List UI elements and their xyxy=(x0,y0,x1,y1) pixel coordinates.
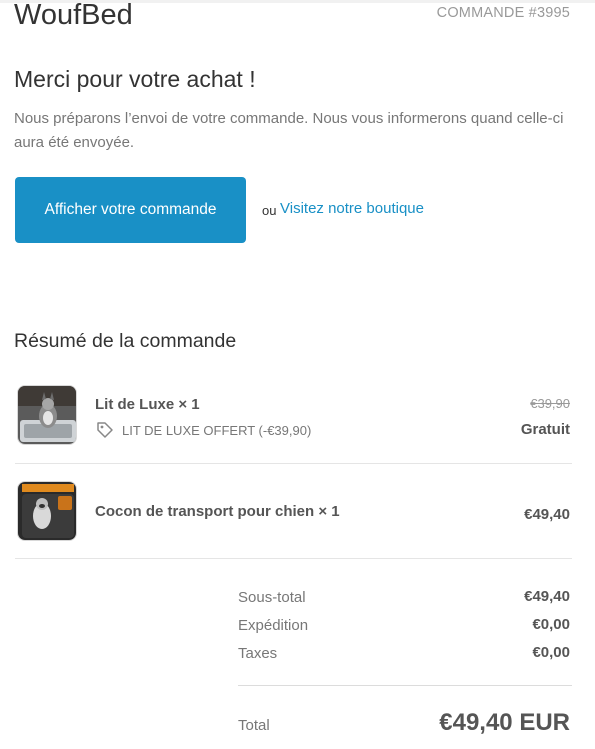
item-price-free: Gratuit xyxy=(520,421,570,438)
item-divider xyxy=(15,463,572,464)
total-label: Total xyxy=(238,717,270,734)
tag-icon xyxy=(96,421,114,439)
shipping-label: Expédition xyxy=(238,617,309,634)
product-name-carrier: Cocon de transport pour chien × 1 xyxy=(95,503,340,520)
product-name-luxury-bed: Lit de Luxe × 1 xyxy=(95,396,200,413)
order-confirmation-page: WoufBed COMMANDE #3995 Merci pour votre … xyxy=(0,0,595,749)
subtotal-label: Sous-total xyxy=(238,589,306,606)
taxes-label: Taxes xyxy=(238,645,278,662)
order-summary-title: Résumé de la commande xyxy=(14,330,237,352)
subtotal-value: €49,40 xyxy=(524,588,570,605)
order-number: COMMANDE #3995 xyxy=(436,5,570,21)
items-divider xyxy=(15,558,572,559)
visit-shop-link[interactable]: Visitez notre boutique xyxy=(280,200,424,217)
shipping-value: €0,00 xyxy=(532,616,570,633)
dog-car-seat-photo-icon xyxy=(18,482,76,540)
discount-label: LIT DE LUXE OFFERT (-€39,90) xyxy=(122,422,312,438)
or-label: ou xyxy=(262,203,277,218)
dog-bed-photo-icon xyxy=(18,386,76,444)
totals-divider xyxy=(238,685,572,686)
discount-line: LIT DE LUXE OFFERT (-€39,90) xyxy=(96,421,311,439)
shop-name[interactable]: WoufBed xyxy=(14,0,133,34)
view-order-button[interactable]: Afficher votre commande xyxy=(15,177,246,243)
taxes-value: €0,00 xyxy=(532,644,570,661)
original-price: €39,90 xyxy=(530,396,570,411)
thanks-message: Nous préparons l’envoi de votre commande… xyxy=(14,110,564,151)
item-price-carrier: €49,40 xyxy=(524,506,570,523)
total-value: €49,40 EUR xyxy=(439,709,570,736)
thanks-title: Merci pour votre achat ! xyxy=(14,66,256,92)
product-image-carrier xyxy=(17,481,77,541)
product-image-luxury-bed xyxy=(17,385,77,445)
